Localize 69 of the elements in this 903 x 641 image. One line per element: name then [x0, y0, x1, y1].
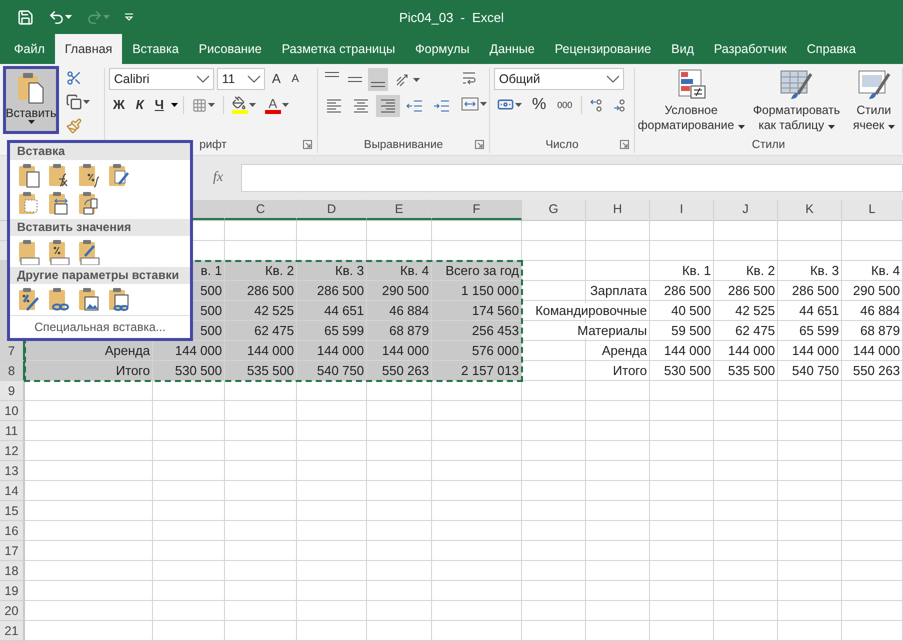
- cell-text: 144 000: [851, 343, 902, 358]
- cell-text: Итого: [610, 363, 649, 378]
- cell-text: 2 157 013: [459, 363, 521, 378]
- cell-text: Кв. 1: [680, 263, 713, 278]
- group-label: Стили: [752, 138, 786, 151]
- cell-text: Итого: [114, 363, 152, 378]
- cell-text: 62 475: [733, 323, 777, 338]
- cell-text: 286 500: [790, 283, 841, 298]
- cell-text: 144 000: [173, 343, 224, 358]
- menu-section-title: Вставка: [10, 143, 190, 160]
- group-label: Число: [545, 138, 579, 151]
- cell-text: Кв. 3: [808, 263, 841, 278]
- cell-text: 530 500: [662, 363, 713, 378]
- cell-text: 40 500: [669, 303, 713, 318]
- cell-text: Командировочные: [533, 303, 649, 318]
- cell-text: 535 500: [726, 363, 777, 378]
- group-label: Выравнивание: [364, 138, 444, 151]
- cell-text: 68 879: [387, 323, 431, 338]
- cell-text: Всего за год: [444, 263, 521, 278]
- cell-text: 44 651: [322, 303, 366, 318]
- cell-text: 68 879: [858, 323, 902, 338]
- cell-text: 286 500: [315, 283, 366, 298]
- cell-text: 42 525: [733, 303, 777, 318]
- cell-text: 59 500: [669, 323, 713, 338]
- cell-text: 144 000: [790, 343, 841, 358]
- cell-text: 286 500: [726, 283, 777, 298]
- cell-text: 540 750: [790, 363, 841, 378]
- cell-text: 65 599: [322, 323, 366, 338]
- menu-section-title: Вставить значения: [10, 219, 190, 236]
- cell-text: 62 475: [252, 323, 296, 338]
- cell-text: Зарплата: [588, 283, 649, 298]
- cell-text: 286 500: [662, 283, 713, 298]
- cell-text: 576 000: [470, 343, 521, 358]
- cell-text: 46 884: [387, 303, 431, 318]
- cell-text: 144 000: [662, 343, 713, 358]
- cell-text: 174 560: [470, 303, 521, 318]
- cell-text: 144 000: [380, 343, 431, 358]
- cell-text: Кв. 2: [263, 263, 296, 278]
- cell-text: Аренда: [600, 343, 649, 358]
- cell-text: 535 500: [245, 363, 296, 378]
- cell-text: Аренда: [102, 343, 152, 358]
- cell-text: 500: [198, 283, 224, 298]
- cell-text: 256 453: [470, 323, 521, 338]
- cell-text: 286 500: [245, 283, 296, 298]
- cell-text: Материалы: [575, 323, 649, 338]
- cell-text: в. 1: [198, 263, 224, 278]
- cell-text: 500: [198, 323, 224, 338]
- cell-text: Кв. 4: [398, 263, 431, 278]
- window-title: Pic04_03 - Excel: [399, 10, 504, 25]
- cell-text: 65 599: [797, 323, 841, 338]
- cell-text: 44 651: [797, 303, 841, 318]
- cell-text: 500: [198, 303, 224, 318]
- cell-text: Кв. 2: [744, 263, 777, 278]
- cell-text: 290 500: [851, 283, 902, 298]
- cell-text: 46 884: [858, 303, 902, 318]
- cell-text: Кв. 4: [869, 263, 902, 278]
- cell-text: Кв. 3: [333, 263, 366, 278]
- group-label: рифт: [199, 138, 227, 151]
- cell-text: 550 263: [380, 363, 431, 378]
- menu-section-title: Другие параметры вставки: [10, 267, 190, 284]
- cell-text: 1 150 000: [459, 283, 521, 298]
- cell-text: 144 000: [726, 343, 777, 358]
- cell-text: 144 000: [315, 343, 366, 358]
- cell-text: 550 263: [851, 363, 902, 378]
- cell-text: 290 500: [380, 283, 431, 298]
- cell-text: 42 525: [252, 303, 296, 318]
- cell-text: 530 500: [173, 363, 224, 378]
- cell-text: 540 750: [315, 363, 366, 378]
- cell-text: 144 000: [245, 343, 296, 358]
